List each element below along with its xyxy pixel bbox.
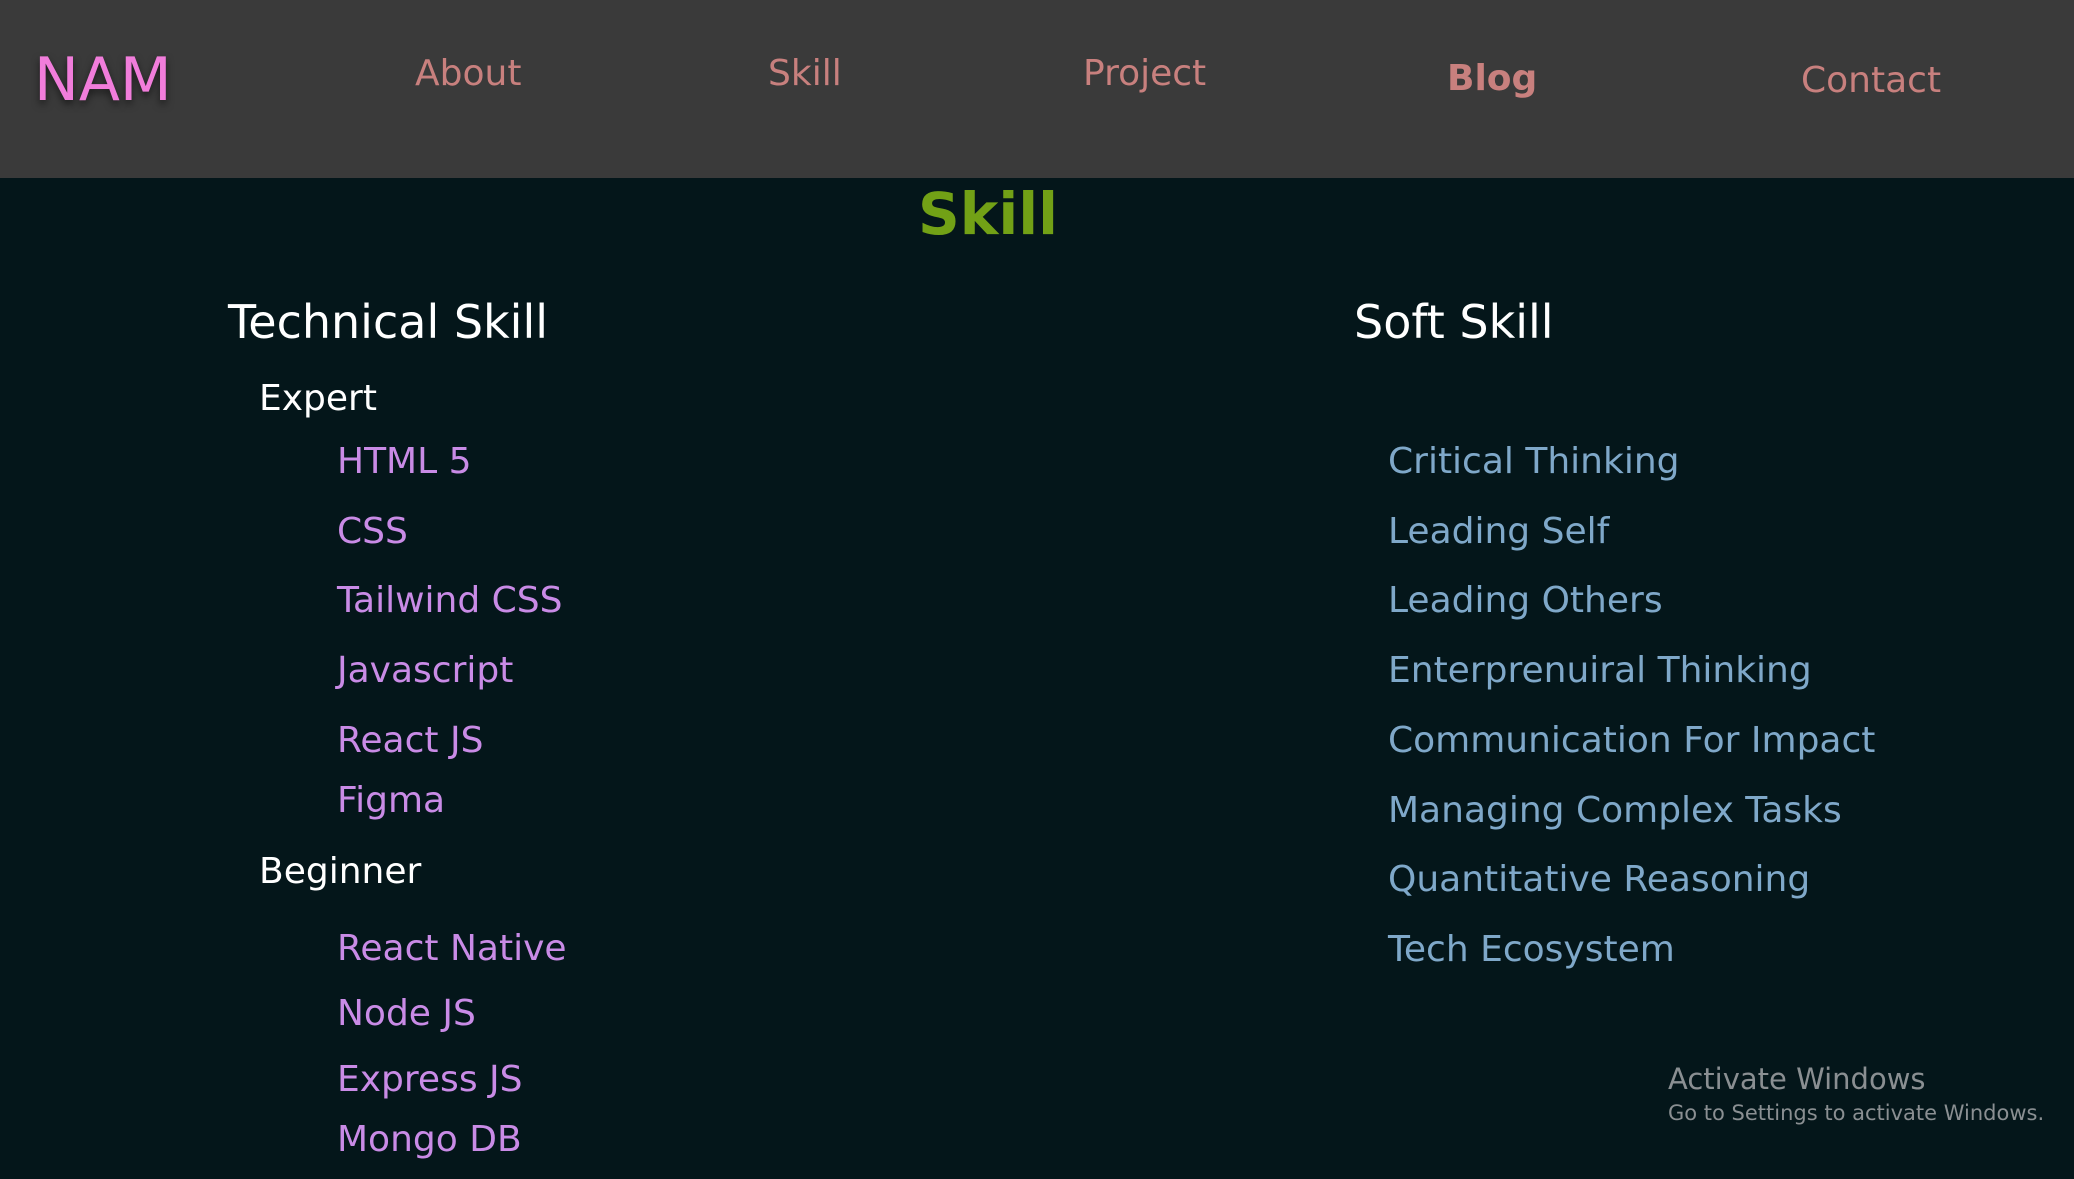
nav-link-project[interactable]: Project [1083, 52, 1206, 96]
soft-skill-item: Leading Self [1388, 511, 1610, 552]
soft-skill-heading: Soft Skill [1354, 295, 1554, 349]
skill-item: Javascript [337, 650, 514, 691]
skill-item: Tailwind CSS [337, 580, 563, 621]
activate-windows-watermark: Activate Windows Go to Settings to activ… [1668, 1061, 2044, 1127]
soft-skill-item: Communication For Impact [1388, 720, 1876, 761]
top-navbar: NAM About Skill Project Blog Contact [0, 0, 2074, 178]
soft-skill-item: Critical Thinking [1388, 441, 1680, 482]
nav-link-contact[interactable]: Contact [1801, 59, 1941, 103]
skill-item: React Native [337, 928, 567, 969]
watermark-subtitle: Go to Settings to activate Windows. [1668, 1101, 2045, 1125]
skill-item: HTML 5 [337, 441, 472, 482]
technical-skill-heading: Technical Skill [228, 295, 549, 349]
beginner-level-heading: Beginner [259, 851, 422, 892]
page: NAM About Skill Project Blog Contact Ski… [0, 0, 2074, 1179]
nav-link-blog[interactable]: Blog [1447, 57, 1537, 101]
soft-skill-item: Tech Ecosystem [1388, 929, 1675, 970]
skill-item: Mongo DB [337, 1119, 522, 1160]
skill-item: React JS [337, 720, 484, 761]
soft-skill-item: Quantitative Reasoning [1388, 859, 1811, 900]
soft-skill-item: Leading Others [1388, 580, 1663, 621]
nav-link-skill[interactable]: Skill [768, 52, 842, 96]
soft-skill-item: Enterprenuiral Thinking [1388, 650, 1812, 691]
section-title: Skill [918, 180, 1058, 248]
soft-skill-item: Managing Complex Tasks [1388, 790, 1842, 831]
skill-item: Node JS [337, 993, 476, 1034]
site-logo[interactable]: NAM [34, 44, 172, 116]
skill-item: Express JS [337, 1059, 523, 1100]
skill-item: Figma [337, 780, 446, 821]
watermark-title: Activate Windows [1668, 1062, 1926, 1096]
skill-item: CSS [337, 511, 408, 552]
nav-link-about[interactable]: About [415, 52, 521, 96]
expert-level-heading: Expert [259, 378, 377, 419]
